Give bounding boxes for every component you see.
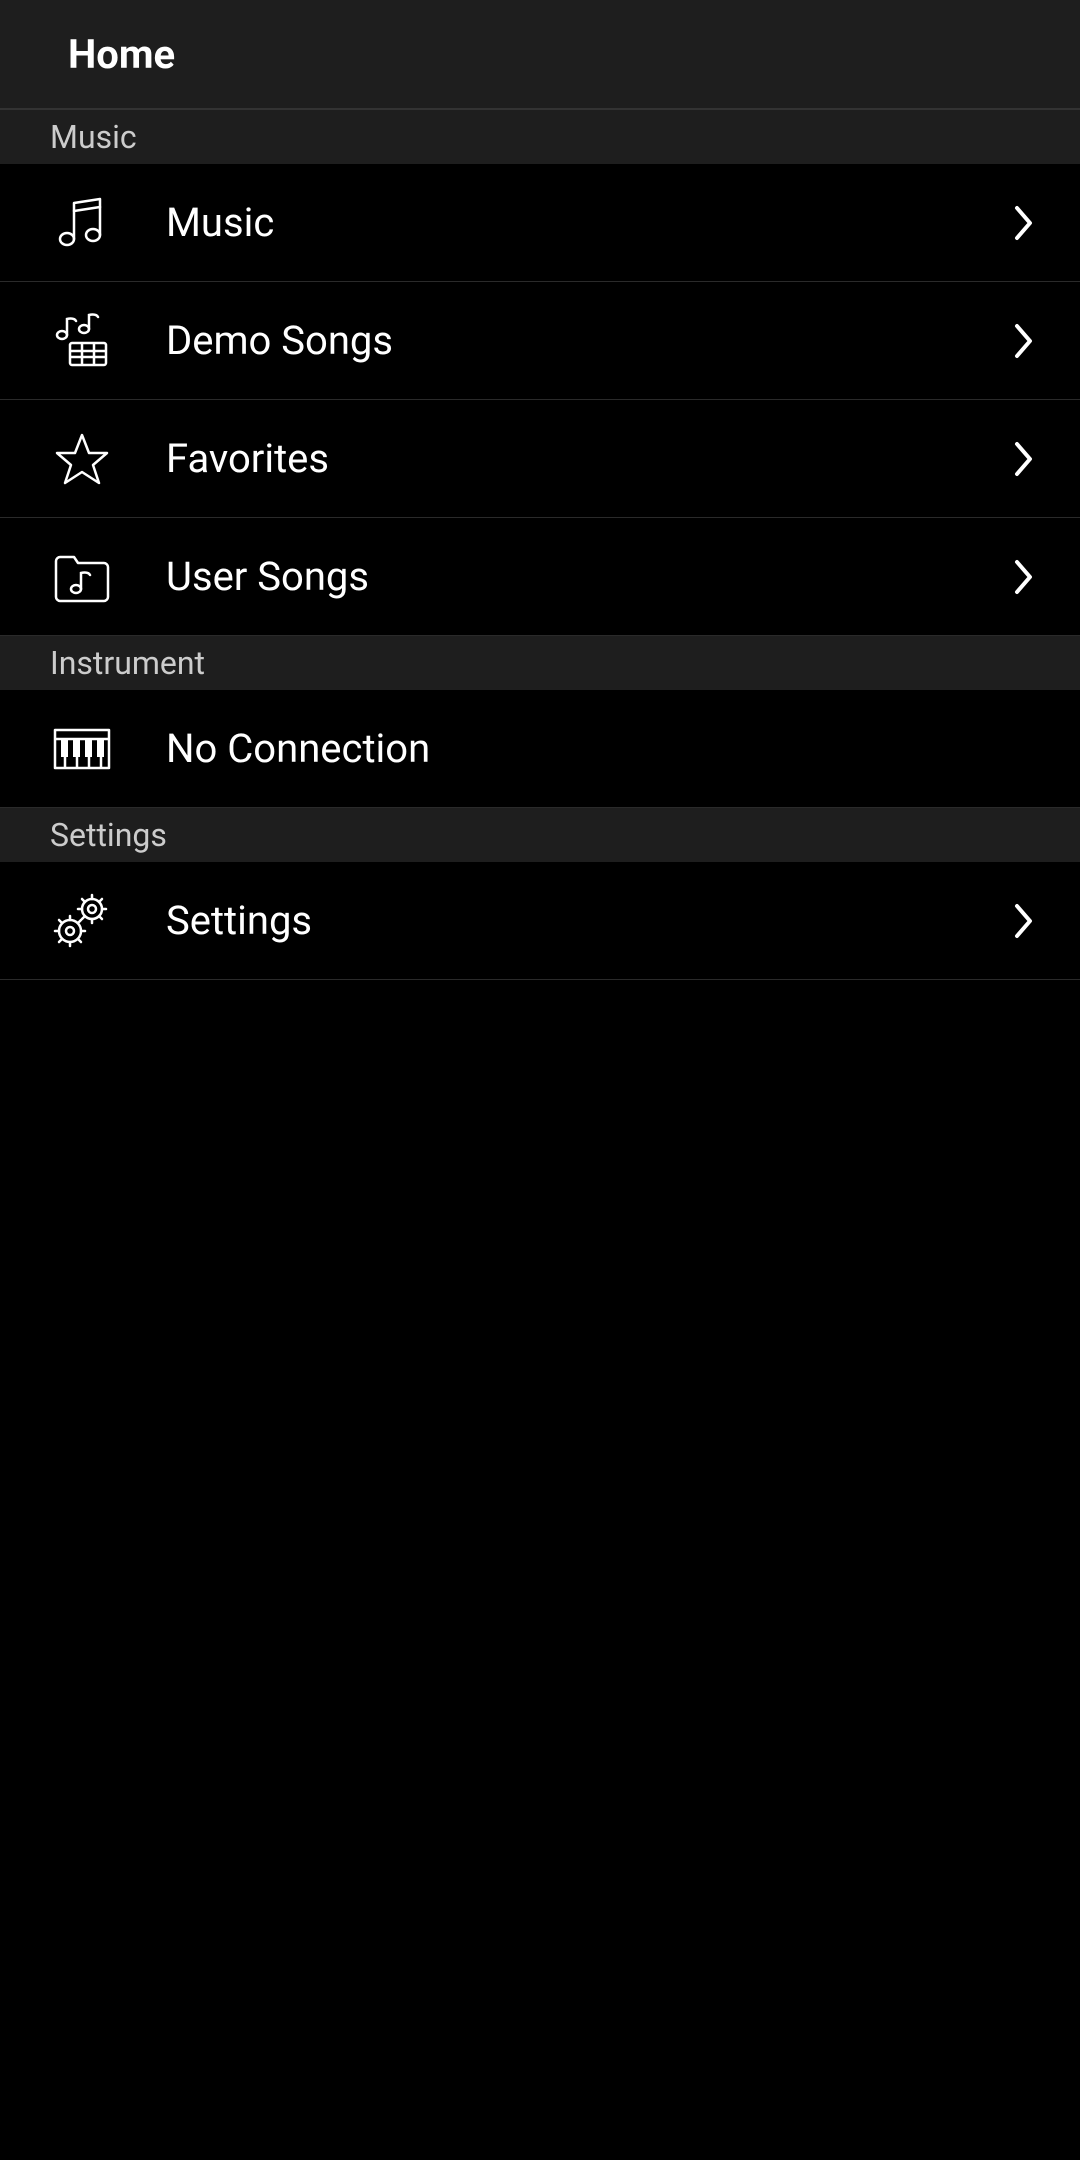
music-note-icon [52,193,112,253]
menu-item-label: Demo Songs [166,317,1008,364]
menu-item-label: No Connection [166,725,1040,772]
menu-item-settings[interactable]: Settings [0,862,1080,980]
menu-item-user-songs[interactable]: User Songs [0,518,1080,636]
chevron-right-icon [1008,196,1040,250]
menu-item-favorites[interactable]: Favorites [0,400,1080,518]
menu-item-label: User Songs [166,553,1008,600]
page-title: Home [68,31,175,78]
section-header-music: Music [0,110,1080,164]
menu-item-label: Music [166,199,1008,246]
menu-item-demo-songs[interactable]: Demo Songs [0,282,1080,400]
folder-music-icon [52,547,112,607]
section-header-instrument: Instrument [0,636,1080,690]
menu-item-label: Settings [166,897,1008,944]
gears-icon [52,891,112,951]
app-header: Home [0,0,1080,110]
chevron-right-icon [1008,314,1040,368]
chevron-right-icon [1008,894,1040,948]
menu-item-label: Favorites [166,435,1008,482]
menu-item-music[interactable]: Music [0,164,1080,282]
chevron-right-icon [1008,432,1040,486]
section-header-settings: Settings [0,808,1080,862]
menu-item-no-connection[interactable]: No Connection [0,690,1080,808]
chevron-right-icon [1008,550,1040,604]
keyboard-icon [52,719,112,779]
star-icon [52,429,112,489]
demo-songs-icon [52,311,112,371]
